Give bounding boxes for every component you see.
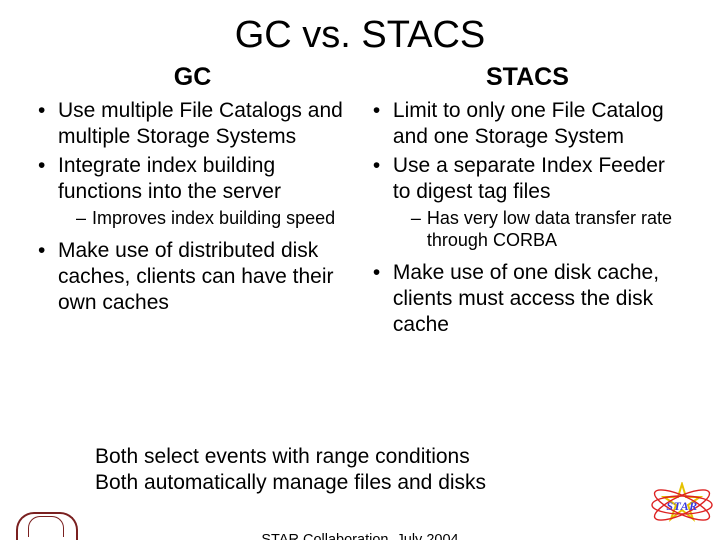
logo-right-label: STAR — [652, 499, 712, 514]
footer-text: STAR Collaboration, July 2004 — [0, 532, 720, 540]
bullet-text: Use a separate Index Feeder to digest ta… — [393, 154, 665, 203]
common-line: Both automatically manage files and disk… — [95, 470, 650, 496]
list-item: Use a separate Index Feeder to digest ta… — [373, 153, 682, 252]
left-sublist: Improves index building speed — [58, 208, 347, 230]
slide-title: GC vs. STACS — [0, 14, 720, 57]
columns: GC Use multiple File Catalogs and multip… — [0, 63, 720, 341]
common-block: Both select events with range conditions… — [95, 444, 650, 497]
sublist-item: Has very low data transfer rate through … — [393, 208, 682, 252]
bullet-text: Limit to only one File Catalog and one S… — [393, 99, 664, 148]
building-icon — [16, 512, 78, 540]
bullet-text: Make use of one disk cache, clients must… — [393, 261, 659, 335]
list-item: Limit to only one File Catalog and one S… — [373, 98, 682, 149]
right-sublist: Has very low data transfer rate through … — [393, 208, 682, 252]
right-heading: STACS — [373, 63, 682, 92]
common-line: Both select events with range conditions — [95, 444, 650, 470]
slide: GC vs. STACS GC Use multiple File Catalo… — [0, 14, 720, 540]
bullet-text: Integrate index building functions into … — [58, 154, 281, 203]
right-list: Limit to only one File Catalog and one S… — [373, 98, 682, 337]
list-item: Integrate index building functions into … — [38, 153, 347, 230]
star-logo: STAR — [652, 486, 712, 526]
left-column: GC Use multiple File Catalogs and multip… — [38, 63, 347, 341]
list-item: Use multiple File Catalogs and multiple … — [38, 98, 347, 149]
sub-bullet-text: Has very low data transfer rate through … — [427, 208, 672, 250]
list-item: Make use of one disk cache, clients must… — [373, 260, 682, 337]
sub-bullet-text: Improves index building speed — [92, 208, 335, 228]
bullet-text: Make use of distributed disk caches, cli… — [58, 239, 333, 313]
left-list: Use multiple File Catalogs and multiple … — [38, 98, 347, 315]
left-heading: GC — [38, 63, 347, 92]
list-item: Make use of distributed disk caches, cli… — [38, 238, 347, 315]
right-column: STACS Limit to only one File Catalog and… — [373, 63, 682, 341]
bullet-text: Use multiple File Catalogs and multiple … — [58, 99, 343, 148]
berkeley-lab-logo: BERKELEY LAB — [12, 512, 82, 540]
sublist-item: Improves index building speed — [58, 208, 347, 230]
